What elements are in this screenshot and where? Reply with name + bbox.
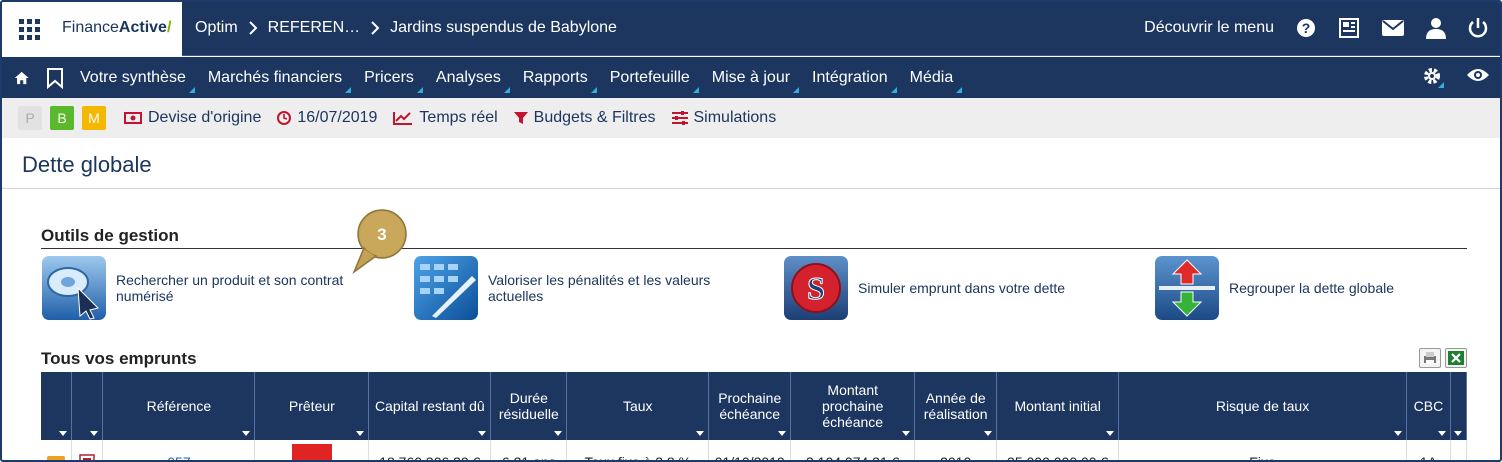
col-header-montant-prochaine[interactable]: Montant prochaine échéance xyxy=(790,372,916,440)
tools-heading: Outils de gestion xyxy=(41,226,179,245)
funnel-icon xyxy=(513,112,528,124)
menu-item-mise-a-jour[interactable]: Mise à jour xyxy=(701,69,801,93)
col-header-status[interactable] xyxy=(41,372,73,440)
preteur-cell xyxy=(254,440,370,460)
extra-cell xyxy=(1450,440,1468,460)
col-header-risque[interactable]: Risque de taux xyxy=(1118,372,1407,440)
col-header-prochaine[interactable]: Prochaine échéance xyxy=(708,372,792,440)
newspaper-icon[interactable] xyxy=(1338,18,1360,38)
lender-logo xyxy=(291,444,332,460)
menu-item-integration[interactable]: Intégration xyxy=(801,69,899,93)
tool-search-product[interactable]: Rechercher un produit et son contrat num… xyxy=(42,256,376,320)
doc-cell xyxy=(71,440,104,462)
gear-icon[interactable] xyxy=(1422,66,1444,88)
prochaine-cell: 01/10/2019 xyxy=(708,440,792,460)
chevron-right-icon xyxy=(371,21,380,35)
svg-text:S: S xyxy=(807,270,825,306)
menu-item-marches[interactable]: Marchés financiers xyxy=(197,69,353,93)
main-menu: Votre synthèse Marchés financiers Pricer… xyxy=(2,57,1500,98)
top-bar: FinanceActive/ Optim REFEREN… Jardins su… xyxy=(2,2,1500,56)
col-header-duree[interactable]: Durée résiduelle xyxy=(490,372,568,440)
home-icon[interactable] xyxy=(2,68,40,88)
excel-export-icon[interactable] xyxy=(1445,348,1467,368)
col-header-doc[interactable] xyxy=(71,372,104,440)
apps-grid-icon[interactable] xyxy=(2,2,56,56)
montant-initial-cell: 35 000 000,00 € xyxy=(996,440,1120,460)
divider xyxy=(41,248,1467,249)
capital-cell: 18 760 306,29 € xyxy=(368,440,492,460)
budgets-filtres[interactable]: Budgets & Filtres xyxy=(513,109,656,127)
mail-icon[interactable] xyxy=(1382,20,1404,36)
loans-heading: Tous vos emprunts xyxy=(41,349,197,368)
loans-table: Référence Prêteur Capital restant dû Dur… xyxy=(41,372,1468,462)
up-down-arrows-icon xyxy=(1155,256,1219,320)
simulation-s-icon: S xyxy=(784,256,848,320)
badge-m[interactable]: M xyxy=(82,106,106,130)
clock-icon xyxy=(277,111,292,125)
col-header-annee[interactable]: Année de réalisation xyxy=(914,372,998,440)
tool-valoriser[interactable]: Valoriser les pénalités et les valeurs a… xyxy=(414,256,748,320)
divider xyxy=(2,188,1500,189)
finance-active-logo[interactable]: FinanceActive/ xyxy=(56,2,182,56)
page-title: Dette globale xyxy=(22,152,152,177)
col-header-cbc[interactable]: CBC xyxy=(1406,372,1451,440)
status-badge[interactable] xyxy=(47,456,66,460)
reference-cell[interactable]: 057 xyxy=(102,440,256,460)
sliders-icon xyxy=(671,111,688,125)
risque-cell: Fixe xyxy=(1118,440,1407,460)
app-window: FinanceActive/ Optim REFEREN… Jardins su… xyxy=(0,0,1502,462)
breadcrumb-item-reference[interactable]: REFEREN… xyxy=(268,19,360,37)
magnifier-cd-icon xyxy=(42,256,106,320)
eye-icon[interactable] xyxy=(1466,66,1490,84)
callout-number: 3 xyxy=(377,225,386,244)
table-row[interactable]: 057 18 760 306,29 € 6,21 ans Taux fixe à… xyxy=(41,440,1468,462)
print-icon[interactable] xyxy=(1419,348,1441,368)
power-icon[interactable] xyxy=(1468,17,1488,39)
tool-regrouper[interactable]: Regrouper la dette globale xyxy=(1155,256,1489,320)
menu-item-media[interactable]: Média xyxy=(899,69,965,93)
breadcrumb: Optim REFEREN… Jardins suspendus de Baby… xyxy=(195,19,617,37)
banknote-icon xyxy=(124,112,142,124)
discover-menu-link[interactable]: Découvrir le menu xyxy=(1144,19,1274,37)
chevron-right-icon xyxy=(248,21,258,35)
col-header-reference[interactable]: Référence xyxy=(102,372,256,440)
document-icon[interactable] xyxy=(79,454,96,462)
col-header-montant-initial[interactable]: Montant initial xyxy=(996,372,1120,440)
col-header-capital[interactable]: Capital restant dû xyxy=(368,372,492,440)
help-icon[interactable]: ? xyxy=(1296,18,1316,38)
taux-cell: Taux fixe à 3,8 % xyxy=(566,440,710,460)
devise-filter[interactable]: Devise d'origine xyxy=(124,109,261,127)
menu-item-rapports[interactable]: Rapports xyxy=(512,69,599,93)
montant-prochaine-cell: 3 104 074,31 € xyxy=(790,440,916,460)
status-cell xyxy=(41,440,73,460)
menu-item-portefeuille[interactable]: Portefeuille xyxy=(599,69,701,93)
menu-item-pricers[interactable]: Pricers xyxy=(353,69,425,93)
breadcrumb-item-optim[interactable]: Optim xyxy=(195,19,238,37)
tool-simuler[interactable]: S Simuler emprunt dans votre dette xyxy=(784,256,1118,320)
col-header-extra[interactable] xyxy=(1450,372,1468,440)
badge-b[interactable]: B xyxy=(50,106,74,130)
date-filter[interactable]: 16/07/2019 xyxy=(277,109,377,127)
svg-text:?: ? xyxy=(1302,20,1311,36)
temps-reel-filter[interactable]: Temps réel xyxy=(393,109,498,127)
badge-p[interactable]: P xyxy=(18,106,42,130)
bookmark-icon[interactable] xyxy=(40,67,74,89)
cbc-cell: 1A xyxy=(1406,440,1451,460)
menu-item-synthese[interactable]: Votre synthèse xyxy=(74,69,197,93)
calculator-icon xyxy=(414,256,478,320)
filter-bar: P B M Devise d'origine 16/07/2019 Temps … xyxy=(2,98,1500,138)
simulations-filter[interactable]: Simulations xyxy=(671,109,776,127)
col-header-preteur[interactable]: Prêteur xyxy=(254,372,370,440)
col-header-taux[interactable]: Taux xyxy=(566,372,710,440)
user-icon[interactable] xyxy=(1426,17,1446,39)
duree-cell: 6,21 ans xyxy=(490,440,568,460)
annee-cell: 2010 xyxy=(914,440,998,460)
line-chart-icon xyxy=(393,112,413,125)
menu-item-analyses[interactable]: Analyses xyxy=(425,69,512,93)
breadcrumb-item-current[interactable]: Jardins suspendus de Babylone xyxy=(390,19,617,37)
